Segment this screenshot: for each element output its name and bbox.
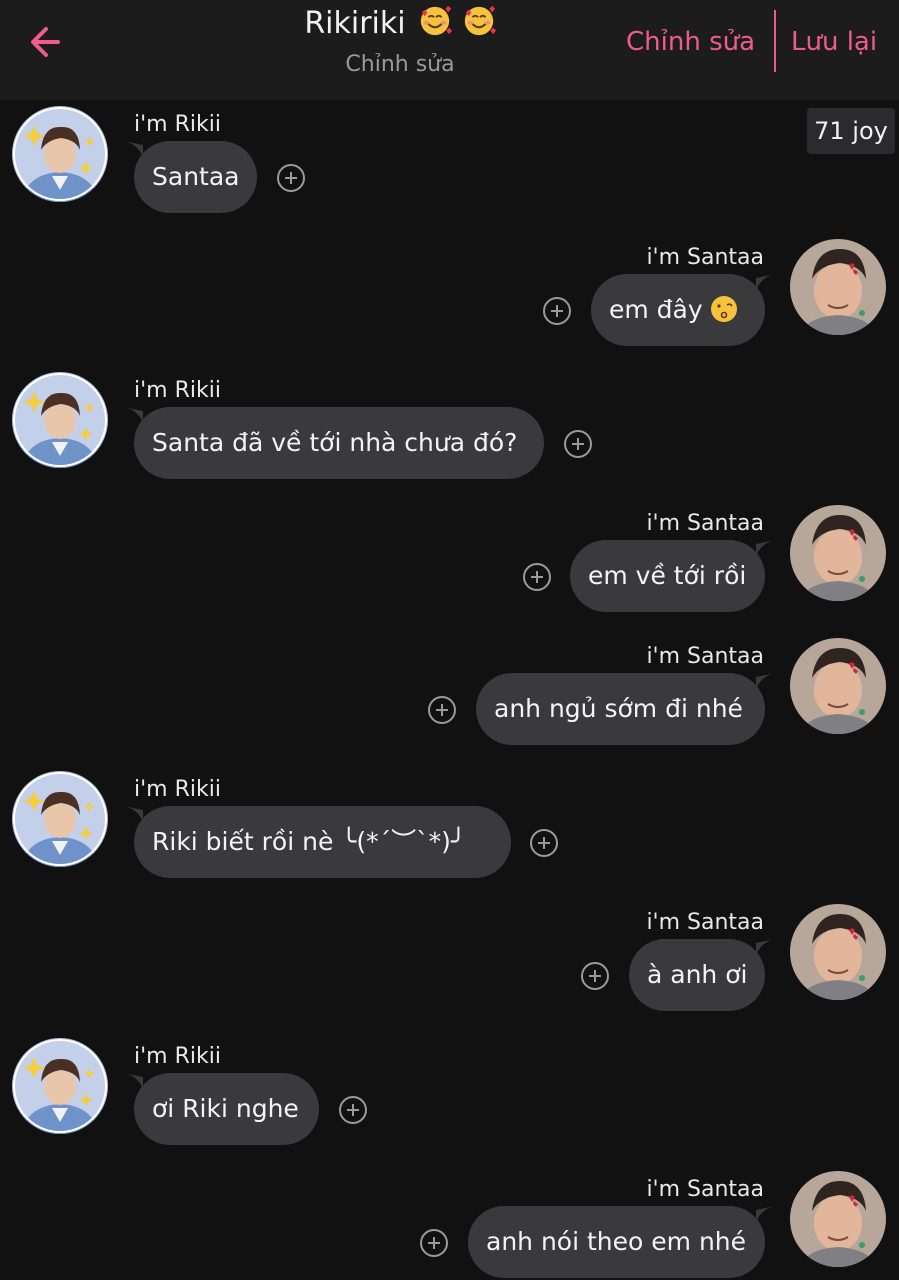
arrow-left-icon[interactable] <box>22 18 70 66</box>
bubble-tail <box>756 939 776 955</box>
santa-avatar-image <box>790 505 886 601</box>
add-reaction-icon[interactable] <box>542 296 572 326</box>
sender-name: i'm Santaa <box>646 1177 764 1202</box>
message-text: Riki biết rồi nè ╰(*´︶`*)╯ <box>152 827 466 856</box>
avatar-santa[interactable] <box>790 239 886 335</box>
add-reaction-icon[interactable] <box>427 695 457 725</box>
avatar-santa[interactable] <box>790 1171 886 1267</box>
sender-name: i'm Santaa <box>646 511 764 536</box>
bubble-tail <box>123 407 143 423</box>
avatar-riki[interactable] <box>12 372 108 468</box>
top-bar: Rikiriki Chỉnh sửa Chỉnh sửa Lưu lại <box>0 0 899 100</box>
save-button[interactable]: Lưu lại <box>791 20 877 64</box>
bubble-tail <box>123 806 143 822</box>
message-bubble[interactable]: em về tới rồi <box>570 540 765 612</box>
message-text: à anh ơi <box>647 960 748 989</box>
header-divider <box>774 10 776 72</box>
message-bubble[interactable]: em đây <box>591 274 765 346</box>
santa-avatar-image <box>790 1171 886 1267</box>
add-reaction-icon[interactable] <box>338 1095 368 1125</box>
message-text: ơi Riki nghe <box>152 1094 299 1123</box>
add-reaction-icon[interactable] <box>563 429 593 459</box>
bubble-tail <box>123 1073 143 1089</box>
message-bubble[interactable]: Santaa <box>134 141 257 213</box>
avatar-riki[interactable] <box>12 1038 108 1134</box>
avatar-santa[interactable] <box>790 638 886 734</box>
avatar-riki[interactable] <box>12 771 108 867</box>
message-bubble[interactable]: anh ngủ sớm đi nhé <box>476 673 765 745</box>
avatar-santa[interactable] <box>790 904 886 1000</box>
face-blowing-kiss-icon <box>710 296 737 322</box>
avatar-riki[interactable] <box>12 106 108 202</box>
smiling-face-with-hearts-icon <box>420 5 453 36</box>
bubble-tail <box>756 540 776 556</box>
message-bubble[interactable]: anh nói theo em nhé <box>468 1206 765 1278</box>
add-reaction-icon[interactable] <box>276 163 306 193</box>
bubble-tail <box>756 274 776 290</box>
message-text: anh ngủ sớm đi nhé <box>494 694 743 723</box>
message-text: Santa đã về tới nhà chưa đó? <box>152 428 518 457</box>
bubble-tail <box>123 141 143 157</box>
avatar-santa[interactable] <box>790 505 886 601</box>
sender-name: i'm Santaa <box>646 245 764 270</box>
santa-avatar-image <box>790 239 886 335</box>
message-text: em đây <box>609 295 703 324</box>
chat-subtitle: Chỉnh sửa <box>345 52 455 77</box>
sender-name: i'm Rikii <box>134 1044 221 1069</box>
add-reaction-icon[interactable] <box>580 961 610 991</box>
riki-avatar-image <box>12 106 108 202</box>
santa-avatar-image <box>790 904 886 1000</box>
bubble-tail <box>756 673 776 689</box>
message-bubble[interactable]: Santa đã về tới nhà chưa đó? <box>134 407 544 479</box>
edit-button[interactable]: Chỉnh sửa <box>626 20 755 64</box>
message-bubble[interactable]: Riki biết rồi nè ╰(*´︶`*)╯ <box>134 806 511 878</box>
add-reaction-icon[interactable] <box>522 562 552 592</box>
sender-name: i'm Santaa <box>646 644 764 669</box>
add-reaction-icon[interactable] <box>419 1228 449 1258</box>
message-bubble[interactable]: ơi Riki nghe <box>134 1073 319 1145</box>
message-text: anh nói theo em nhé <box>486 1227 747 1256</box>
message-text: Santaa <box>152 162 240 191</box>
joy-count-badge: 71 joy <box>807 108 895 154</box>
chat-title: Rikiriki <box>304 6 406 41</box>
riki-avatar-image <box>12 771 108 867</box>
santa-avatar-image <box>790 638 886 734</box>
message-text: em về tới rồi <box>588 561 747 590</box>
riki-avatar-image <box>12 1038 108 1134</box>
chat-title-row: Rikiriki <box>200 4 600 44</box>
bubble-tail <box>756 1206 776 1222</box>
message-bubble[interactable]: à anh ơi <box>629 939 765 1011</box>
title-area: Rikiriki Chỉnh sửa <box>200 4 600 80</box>
smiling-face-with-hearts-icon <box>464 5 496 36</box>
sender-name: i'm Santaa <box>646 910 764 935</box>
sender-name: i'm Rikii <box>134 378 221 403</box>
sender-name: i'm Rikii <box>134 112 221 137</box>
add-reaction-icon[interactable] <box>529 828 559 858</box>
riki-avatar-image <box>12 372 108 468</box>
sender-name: i'm Rikii <box>134 777 221 802</box>
